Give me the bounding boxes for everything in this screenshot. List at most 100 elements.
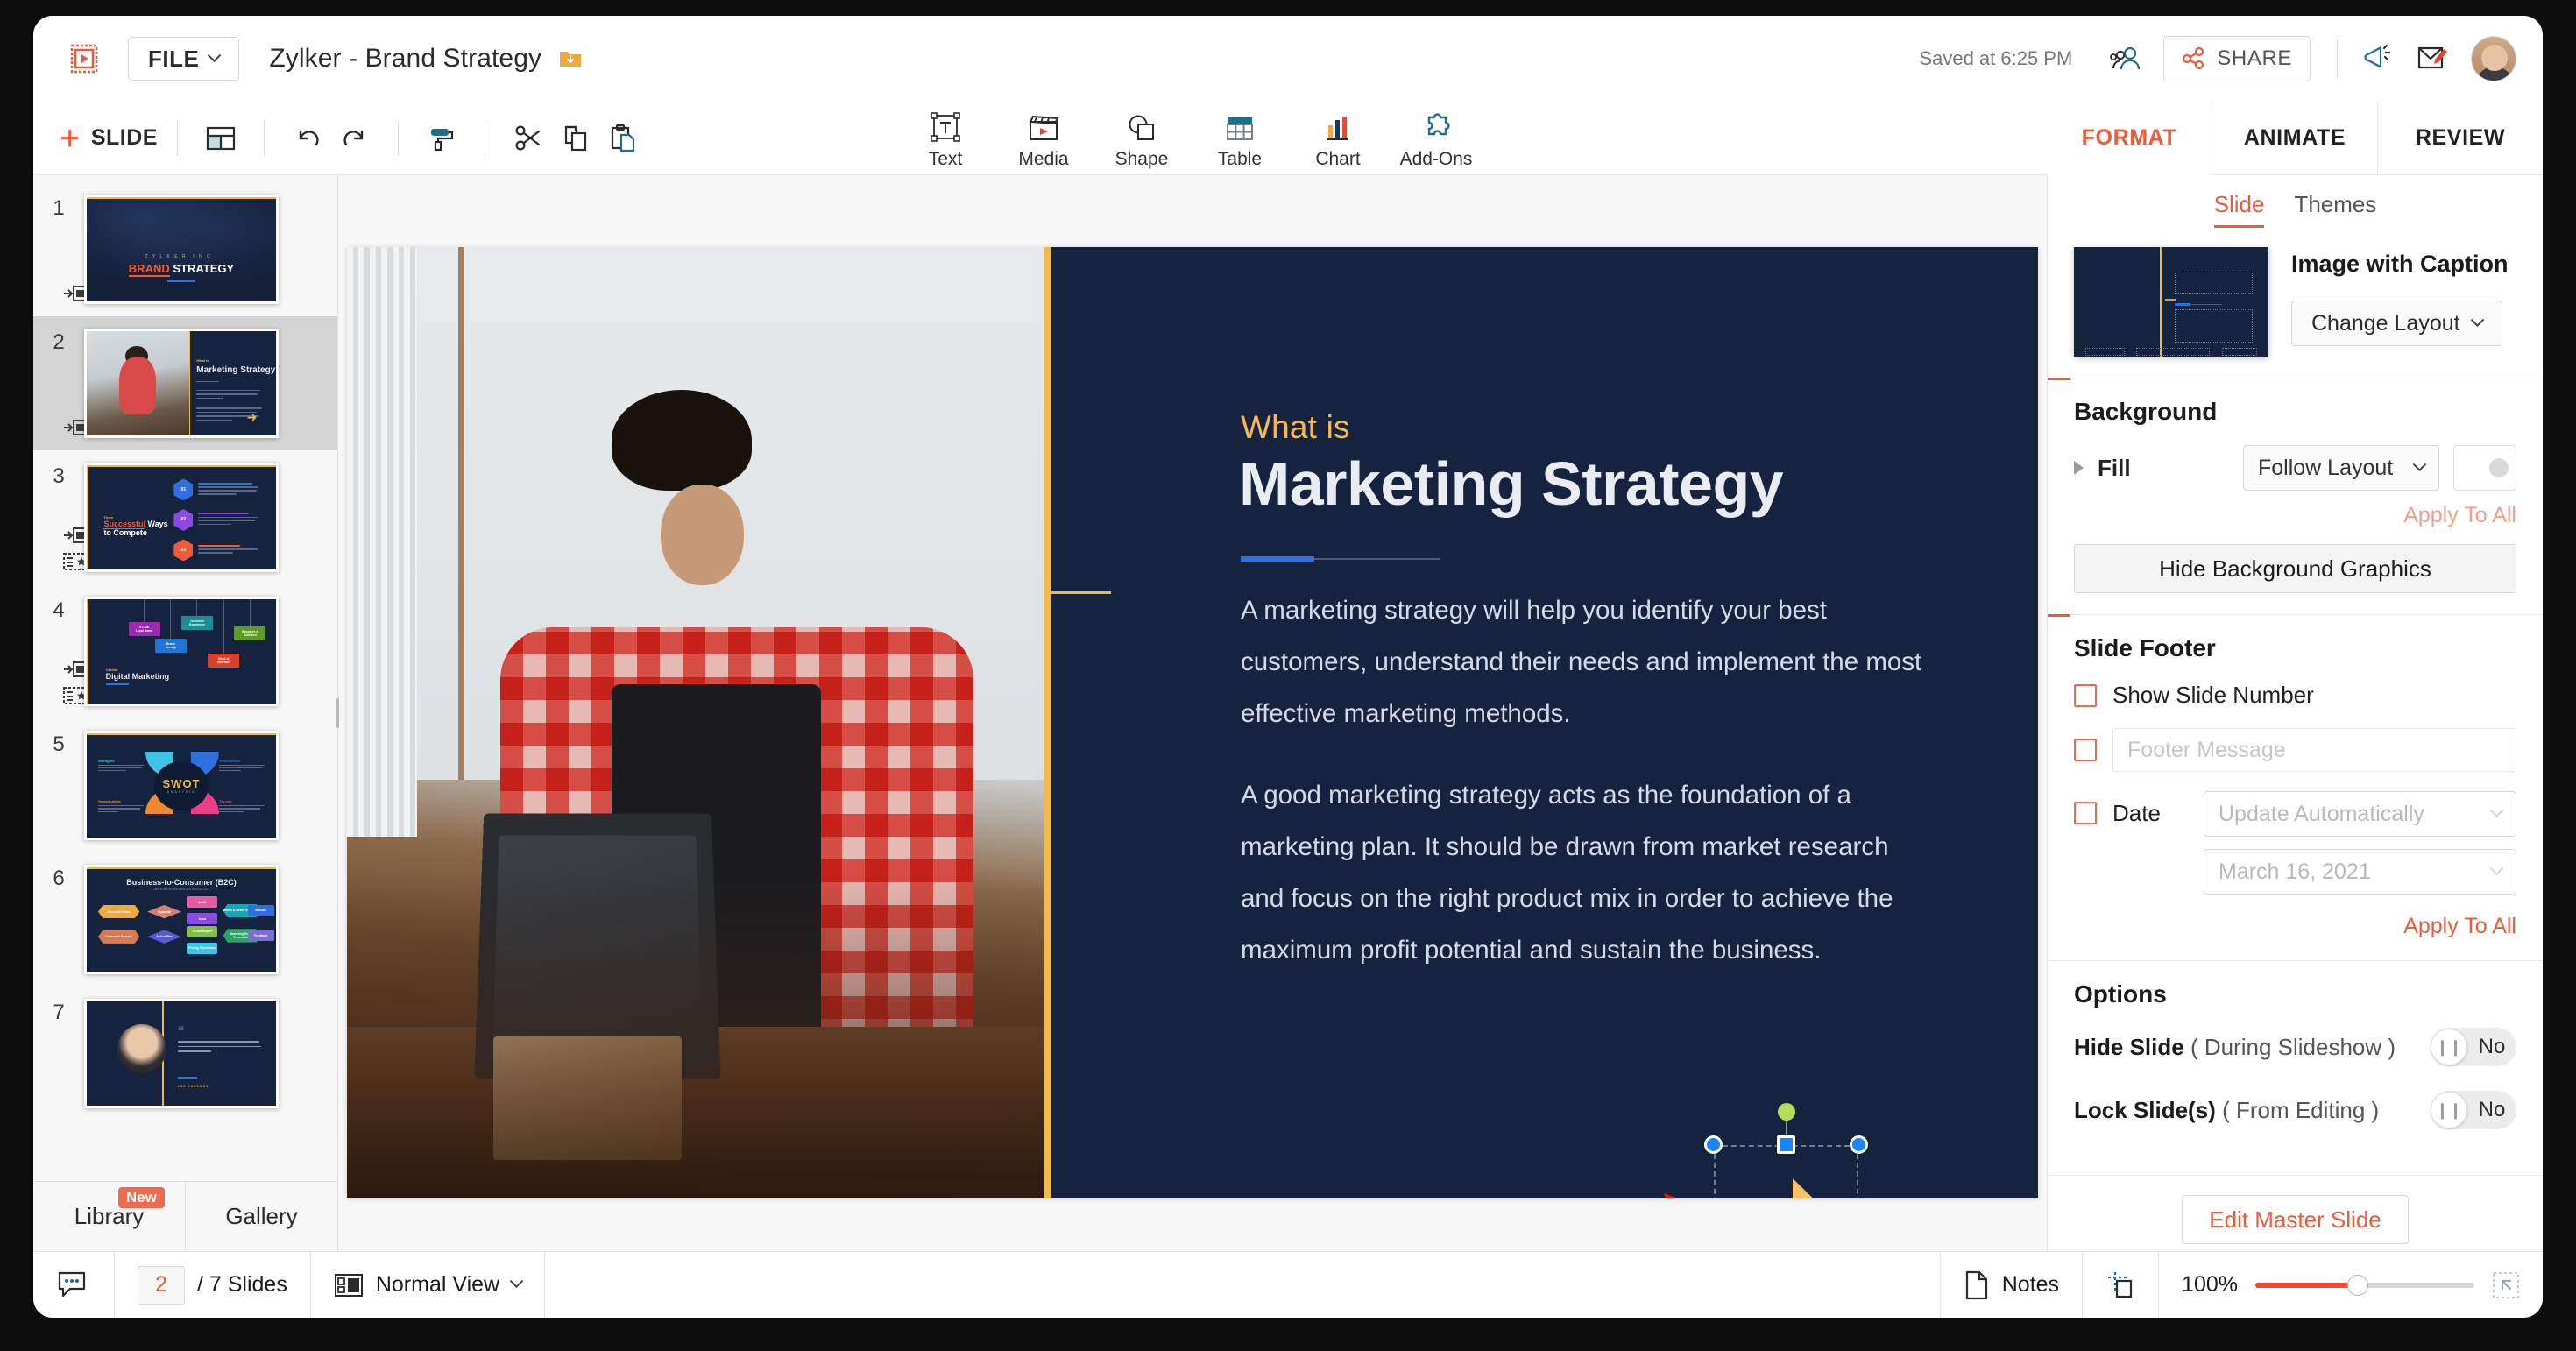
footer-apply-to-all[interactable]: Apply To All — [2074, 914, 2516, 939]
top-bar: FILE Zylker - Brand Strategy Saved at 6:… — [33, 16, 2543, 102]
presentation-logo-icon[interactable] — [60, 34, 109, 83]
share-button[interactable]: SHARE — [2163, 36, 2311, 81]
slide-title-text[interactable]: Marketing Strategy — [1239, 449, 1783, 519]
tab-format[interactable]: FORMAT — [2047, 102, 2212, 175]
layout-name: Image with Caption — [2291, 247, 2509, 278]
slide-thumb-item-5[interactable]: 5 SWOTANALYSIS Strengths — [33, 718, 337, 852]
collaborators-icon[interactable] — [2098, 32, 2153, 86]
date-value: March 16, 2021 — [2219, 859, 2371, 885]
edit-master-slide-button[interactable]: Edit Master Slide — [2182, 1195, 2409, 1244]
current-slide-input[interactable]: 2 — [138, 1266, 185, 1305]
background-apply-to-all[interactable]: Apply To All — [2074, 503, 2516, 528]
tab-themes[interactable]: Themes — [2294, 191, 2376, 228]
slide-thumb-item-6[interactable]: 6 Business-to-Consumer (B2C) Take a look… — [33, 852, 337, 987]
slide-thumb-item-7[interactable]: 7 ❝ JOE CHERNOV — [33, 987, 337, 1121]
slide-thumb-item-4[interactable]: 4 — [33, 584, 337, 718]
slide-number: 6 — [33, 865, 84, 891]
fill-type-select[interactable]: Follow Layout — [2243, 445, 2439, 491]
avatar[interactable] — [2471, 36, 2516, 81]
resize-handle-n[interactable] — [1777, 1135, 1795, 1154]
tab-review[interactable]: REVIEW — [2377, 102, 2543, 175]
tab-library[interactable]: Library New — [33, 1182, 185, 1251]
show-slide-number-row: Show Slide Number — [2074, 682, 2516, 709]
slide-number: 5 — [33, 731, 84, 757]
insert-chart-button[interactable]: Chart — [1289, 110, 1387, 175]
feedback-pen-icon[interactable] — [2404, 32, 2459, 86]
slide-gold-tick — [1051, 591, 1111, 594]
slide-thumb-item-1[interactable]: 1 Z Y L K E R I N C . BRAND STRATEGY — [33, 182, 337, 316]
selected-shape[interactable] — [1714, 1145, 1858, 1198]
insert-media-button[interactable]: Media — [994, 110, 1093, 175]
date-value-select[interactable]: March 16, 2021 — [2204, 849, 2516, 895]
expand-fill-icon[interactable] — [2074, 461, 2084, 475]
slide-layout-icon[interactable] — [197, 115, 244, 162]
presentation-app-window: FILE Zylker - Brand Strategy Saved at 6:… — [33, 16, 2543, 1318]
lock-slides-value: No — [2467, 1098, 2516, 1122]
date-mode-select[interactable]: Update Automatically — [2204, 791, 2516, 837]
redo-icon[interactable] — [331, 115, 379, 162]
fill-color-swatch[interactable] — [2453, 445, 2516, 491]
tab-animate[interactable]: ANIMATE — [2212, 102, 2377, 175]
copy-icon[interactable] — [552, 115, 599, 162]
hide-slide-value: No — [2467, 1035, 2516, 1059]
slide-body-text[interactable]: A marketing strategy will help you ident… — [1241, 584, 1933, 976]
insert-addons-button[interactable]: Add-Ons — [1387, 110, 1485, 175]
slide-image-placeholder[interactable] — [347, 247, 1044, 1198]
comments-button[interactable] — [33, 1252, 114, 1318]
footer-message-input[interactable]: Footer Message — [2112, 728, 2516, 772]
active-slide[interactable]: What is Marketing Strategy A marketing s… — [347, 247, 2038, 1198]
divider — [398, 121, 399, 156]
slide-number: 3 — [33, 463, 84, 489]
divider — [177, 121, 178, 156]
rotation-handle[interactable] — [1778, 1103, 1795, 1121]
hide-background-graphics-button[interactable]: Hide Background Graphics — [2074, 544, 2516, 593]
color-dropdown-icon — [2489, 458, 2509, 477]
chevron-down-icon — [2413, 457, 2427, 471]
guides-toggle[interactable] — [2083, 1252, 2158, 1318]
slide-thumb-item-3[interactable]: 3 — [33, 450, 337, 584]
zoom-slider[interactable] — [2255, 1283, 2474, 1288]
lock-slides-row: Lock Slide(s) ( From Editing ) ❙❙ No — [2074, 1091, 2516, 1129]
hide-slide-note: ( During Slideshow ) — [2190, 1034, 2396, 1060]
fit-to-screen-icon — [2492, 1271, 2520, 1299]
tab-gallery[interactable]: Gallery — [185, 1182, 337, 1251]
share-nodes-icon — [2182, 46, 2206, 71]
date-checkbox[interactable] — [2074, 802, 2097, 824]
slide-thumb-item-2[interactable]: 2 What is Marketing Strategy — [33, 316, 337, 450]
notes-button[interactable]: Notes — [1941, 1252, 2082, 1318]
insert-text-button[interactable]: Text — [896, 110, 994, 175]
table-grid-icon — [1221, 110, 1259, 145]
show-slide-number-checkbox[interactable] — [2074, 684, 2097, 707]
file-menu-button[interactable]: FILE — [128, 37, 239, 81]
change-layout-button[interactable]: Change Layout — [2291, 301, 2502, 346]
fill-label: Fill — [2098, 455, 2229, 482]
layout-preview-thumbnail[interactable] — [2074, 247, 2268, 357]
fill-type-value: Follow Layout — [2258, 456, 2393, 481]
slide-kicker-text[interactable]: What is — [1241, 409, 1350, 446]
slide-count-label: / 7 Slides — [197, 1272, 287, 1298]
add-slide-button[interactable]: + SLIDE — [60, 125, 158, 151]
format-painter-icon[interactable] — [418, 115, 465, 162]
tab-slide[interactable]: Slide — [2214, 191, 2265, 228]
slide-paragraph-2: A good marketing strategy acts as the fo… — [1241, 769, 1933, 976]
footer-message-checkbox[interactable] — [2074, 739, 2097, 761]
document-title[interactable]: Zylker - Brand Strategy — [269, 44, 541, 74]
panel-resize-handle[interactable] — [328, 687, 347, 739]
zoom-slider-knob[interactable] — [2347, 1275, 2368, 1296]
slide-footer-section: Slide Footer Show Slide Number Footer Me… — [2048, 615, 2543, 961]
guides-snap-icon — [2105, 1270, 2135, 1300]
slide-number: 1 — [33, 195, 84, 221]
scissors-icon[interactable] — [505, 115, 552, 162]
hide-slide-toggle[interactable]: ❙❙ No — [2431, 1028, 2516, 1066]
megaphone-icon[interactable] — [2350, 32, 2404, 86]
insert-table-button[interactable]: Table — [1191, 110, 1289, 175]
resize-handle-ne[interactable] — [1850, 1135, 1868, 1154]
chevron-down-icon — [510, 1274, 524, 1288]
undo-icon[interactable] — [284, 115, 331, 162]
paste-icon[interactable] — [599, 115, 647, 162]
lock-slides-toggle[interactable]: ❙❙ No — [2431, 1091, 2516, 1129]
move-to-folder-icon[interactable] — [557, 46, 584, 72]
resize-handle-nw[interactable] — [1704, 1135, 1723, 1154]
view-mode-selector[interactable]: Normal View — [311, 1252, 544, 1318]
insert-shape-button[interactable]: Shape — [1093, 110, 1191, 175]
